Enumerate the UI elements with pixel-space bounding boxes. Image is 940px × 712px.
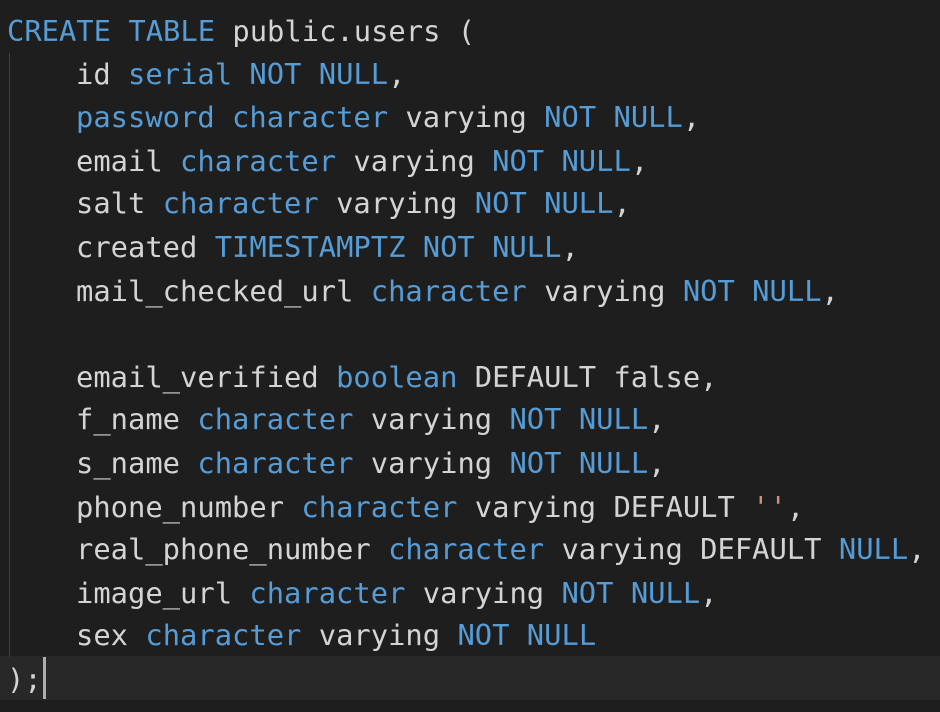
comma: , [700, 576, 718, 610]
code-line-id: id serial NOT NULL, [76, 52, 405, 96]
column-type: character [162, 186, 319, 220]
column-type: character [145, 618, 302, 652]
current-line-highlight [0, 656, 940, 700]
constraint: NOT NULL [561, 576, 701, 610]
type-modifier: varying [405, 576, 562, 610]
column-name: image_url [76, 576, 250, 610]
comma: , [682, 100, 701, 134]
constraint: NOT NULL [474, 186, 614, 220]
column-name: phone_number [76, 490, 302, 524]
comma: , [908, 532, 926, 566]
column-name: sex [76, 618, 146, 652]
string-literal: '' [752, 490, 787, 524]
code-line-password: password character varying NOT NULL, [76, 95, 700, 139]
default-clause: varying DEFAULT [544, 532, 839, 566]
comma: , [630, 144, 649, 178]
comma: , [388, 57, 406, 91]
column-type: character [180, 144, 337, 178]
code-line-salt: salt character varying NOT NULL, [76, 181, 631, 225]
column-name: s_name [76, 446, 198, 480]
code-line-f-name: f_name character varying NOT NULL, [76, 397, 666, 441]
column-name: salt [76, 186, 163, 220]
code-line-real-phone-number: real_phone_number character varying DEFA… [76, 527, 926, 571]
type-modifier: varying [353, 402, 510, 436]
code-editor[interactable]: CREATE TABLE public.users ( id serial NO… [0, 0, 940, 712]
column-type: character [388, 532, 545, 566]
type-modifier: varying [301, 618, 458, 652]
code-line-close: ); [7, 657, 46, 701]
indent-guide [9, 53, 10, 657]
keyword: CREATE TABLE [7, 14, 216, 48]
code-line-sex: sex character varying NOT NULL [76, 613, 596, 657]
code-line-mail-checked-url: mail_checked_url character varying NOT N… [76, 269, 839, 313]
comma: , [613, 186, 631, 220]
constraint: NOT NULL [682, 274, 822, 308]
column-type: character [197, 446, 354, 480]
column-type: boolean [336, 360, 458, 394]
default-clause: varying DEFAULT [457, 490, 753, 524]
comma: , [648, 446, 666, 480]
code-line-created: created TIMESTAMPTZ NOT NULL, [76, 225, 579, 269]
comma: , [561, 230, 579, 264]
column-type: character [197, 402, 354, 436]
comma: , [786, 490, 805, 524]
constraint: NOT NULL [457, 618, 597, 652]
column-type: character [370, 274, 527, 308]
column-name: created [76, 230, 215, 264]
code-line-create-table: CREATE TABLE public.users ( [7, 9, 475, 53]
comma: , [821, 274, 839, 308]
constraint: NOT NULL [509, 402, 649, 436]
column-type: character [232, 100, 389, 134]
closing-paren: ); [7, 662, 42, 696]
code-line-phone-number: phone_number character varying DEFAULT '… [76, 485, 804, 529]
code-line-image-url: image_url character varying NOT NULL, [76, 571, 718, 615]
column-name: real_phone_number [76, 532, 389, 566]
code-line-email-verified: email_verified boolean DEFAULT false, [76, 355, 718, 399]
constraint: NOT NULL [249, 57, 389, 91]
code-line-s-name: s_name character varying NOT NULL, [76, 441, 666, 485]
type-modifier: varying [388, 100, 545, 134]
column-name: id [76, 57, 129, 91]
code-line-email: email character varying NOT NULL, [76, 139, 648, 183]
table-name: public.users ( [215, 14, 476, 48]
constraint: NOT NULL [509, 446, 649, 480]
column-name: f_name [76, 402, 198, 436]
type-modifier: varying [336, 144, 493, 178]
constraint: NOT NULL [492, 144, 631, 178]
column-name: email [76, 144, 181, 178]
type-modifier: varying [353, 446, 510, 480]
column-type: serial [128, 57, 233, 91]
column-name: password [76, 100, 215, 134]
column-name: email_verified [76, 360, 337, 394]
type-modifier: varying [318, 186, 475, 220]
default-clause: DEFAULT false, [457, 360, 718, 394]
text-cursor [42, 657, 46, 699]
null-literal: NULL [838, 532, 909, 566]
column-type: TIMESTAMPTZ NOT NULL [214, 230, 562, 264]
column-name: mail_checked_url [76, 274, 371, 308]
constraint: NOT NULL [544, 100, 683, 134]
comma: , [648, 402, 666, 436]
column-type: character [301, 490, 458, 524]
column-type: character [249, 576, 406, 610]
type-modifier: varying [526, 274, 683, 308]
